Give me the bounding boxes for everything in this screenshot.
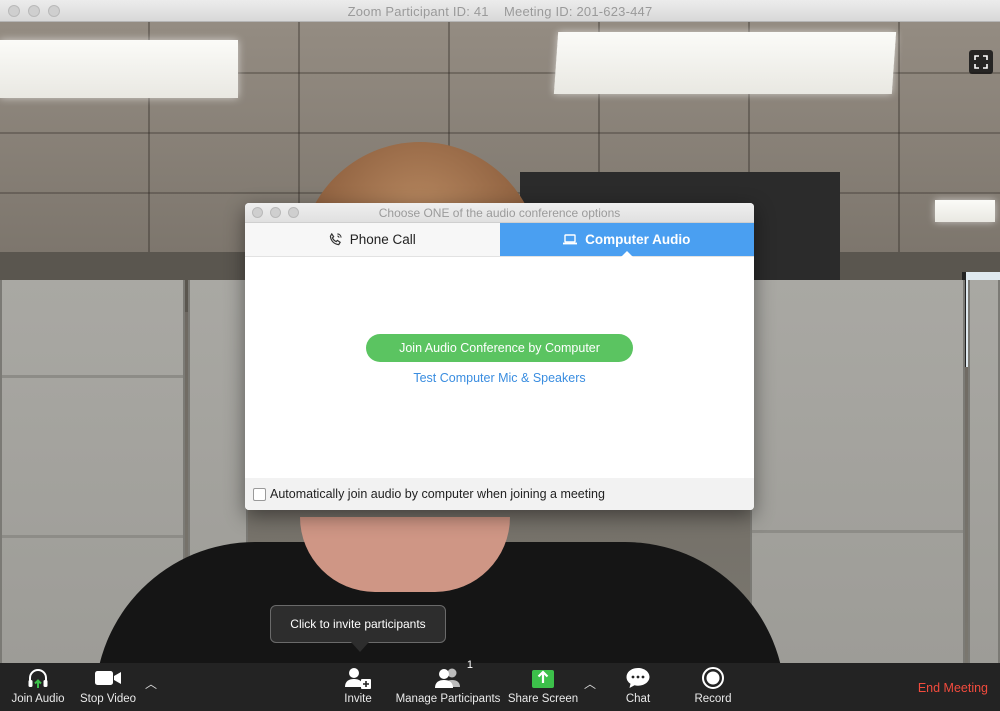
share-screen-icon	[532, 670, 554, 688]
share-screen-button[interactable]: Share Screen	[507, 663, 579, 711]
expand-icon[interactable]	[969, 50, 993, 74]
dialog-title: Choose ONE of the audio conference optio…	[378, 206, 621, 220]
tooltip-arrow	[351, 642, 369, 652]
video-options-caret-icon[interactable]: ︿	[145, 675, 157, 692]
headphones-icon	[28, 669, 48, 688]
audio-tabs: Phone Call Computer Audio	[245, 223, 754, 257]
join-audio-button[interactable]: Join Audio	[10, 663, 66, 711]
ceiling-light	[553, 32, 897, 94]
record-icon	[702, 667, 724, 689]
add-person-icon	[345, 668, 371, 689]
window-titlebar: Zoom Participant ID: 41 Meeting ID: 201-…	[0, 0, 1000, 22]
stop-video-button[interactable]: Stop Video	[80, 663, 136, 711]
manage-participants-button[interactable]: 1 Manage Participants	[395, 659, 501, 711]
stop-video-label: Stop Video	[79, 693, 137, 705]
tab-computer-audio-label: Computer Audio	[585, 232, 691, 247]
audio-options-dialog: Choose ONE of the audio conference optio…	[245, 203, 754, 510]
phone-icon	[329, 233, 342, 246]
window-title: Zoom Participant ID: 41 Meeting ID: 201-…	[347, 4, 653, 19]
chat-button[interactable]: Chat	[621, 663, 655, 711]
invite-label: Invite	[344, 693, 372, 705]
share-options-caret-icon[interactable]: ︿	[584, 675, 596, 692]
tab-computer-audio[interactable]: Computer Audio	[499, 223, 754, 257]
end-meeting-button[interactable]: End Meeting	[918, 681, 988, 695]
test-mic-speakers-link[interactable]: Test Computer Mic & Speakers	[245, 371, 754, 385]
auto-join-checkbox[interactable]	[253, 487, 266, 501]
join-audio-label: Join Audio	[11, 693, 65, 705]
cubicle-wall	[968, 280, 1000, 663]
share-screen-label: Share Screen	[507, 693, 579, 705]
ceiling-light	[0, 40, 238, 98]
tab-phone-call[interactable]: Phone Call	[245, 223, 500, 256]
test-mic-speakers-label: Test Computer Mic & Speakers	[413, 371, 586, 385]
chat-label: Chat	[625, 693, 651, 705]
meeting-toolbar: Join Audio Stop Video ︿ Invite 1 Manage …	[0, 659, 1000, 711]
chat-bubble-icon	[626, 668, 650, 688]
ceiling-light	[935, 200, 995, 222]
invite-button[interactable]: Invite	[340, 663, 376, 711]
laptop-icon	[563, 234, 578, 245]
join-audio-by-computer-button[interactable]: Join Audio Conference by Computer	[366, 334, 633, 362]
auto-join-label: Automatically join audio by computer whe…	[270, 487, 605, 501]
participants-icon	[435, 668, 460, 688]
manage-participants-label: Manage Participants	[395, 693, 501, 705]
record-button[interactable]: Record	[692, 663, 734, 711]
dialog-titlebar: Choose ONE of the audio conference optio…	[245, 203, 754, 223]
dialog-footer: Automatically join audio by computer whe…	[245, 478, 754, 510]
record-label: Record	[694, 693, 732, 705]
invite-tooltip: Click to invite participants	[270, 605, 446, 643]
tab-phone-call-label: Phone Call	[349, 232, 416, 247]
cubicle-wall	[750, 280, 965, 663]
participant-count: 1	[466, 659, 473, 671]
video-camera-icon	[95, 671, 121, 685]
